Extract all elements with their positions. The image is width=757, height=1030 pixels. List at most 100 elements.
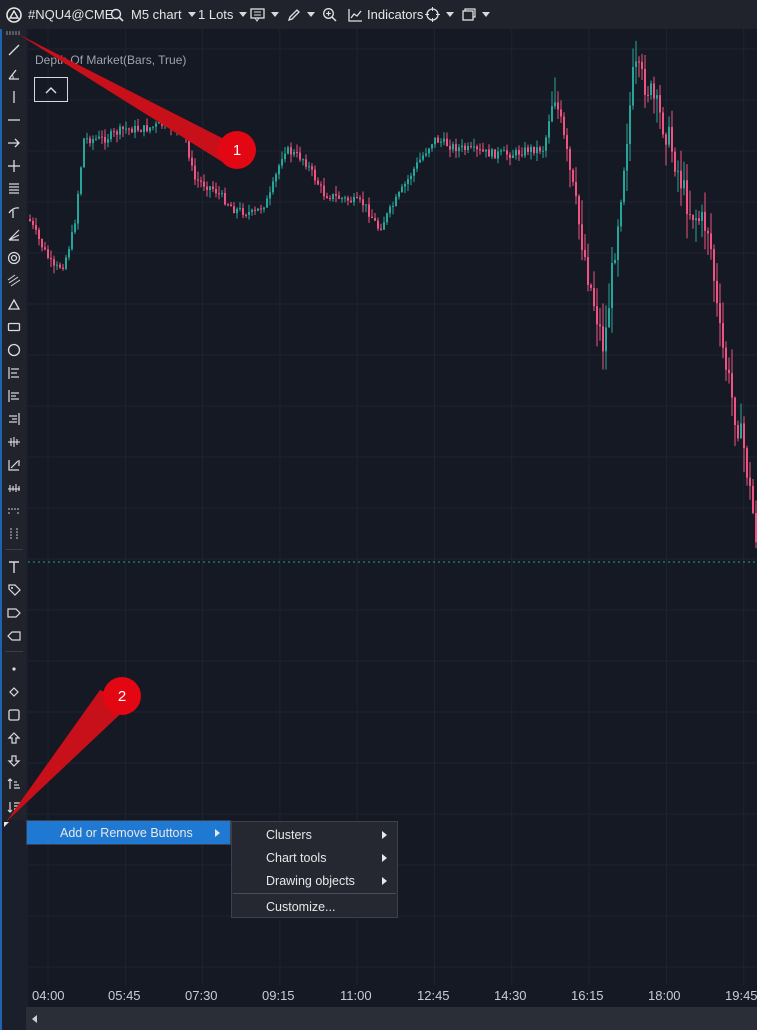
curve-icon[interactable] — [6, 204, 22, 220]
triangle-icon[interactable] — [6, 296, 22, 312]
price-range-icon[interactable] — [6, 526, 22, 542]
app-logo-icon[interactable] — [6, 0, 22, 29]
rectangle-icon[interactable] — [6, 319, 22, 335]
chevron-down-icon — [271, 12, 279, 17]
candle-body — [389, 206, 391, 214]
scroll-left-icon[interactable] — [32, 1015, 38, 1023]
submenu-item-customize[interactable]: Customize... — [232, 895, 397, 918]
timeframe-dropdown[interactable]: M5 chart — [131, 0, 196, 29]
candle-body — [392, 205, 394, 207]
crosshair-dropdown[interactable] — [425, 0, 454, 29]
fan-icon[interactable] — [6, 227, 22, 243]
elliott-wave-icon[interactable] — [6, 480, 22, 496]
candle-body — [587, 257, 589, 285]
window-dropdown[interactable] — [462, 0, 490, 29]
candle-body — [146, 125, 148, 132]
candle-body — [653, 83, 655, 99]
horizontal-line-icon[interactable] — [6, 112, 22, 128]
chat-icon — [250, 7, 265, 22]
candle-body — [263, 207, 265, 210]
price-label-icon[interactable] — [6, 605, 22, 621]
chevron-right-icon — [215, 828, 220, 837]
candle-body — [473, 146, 475, 148]
toolbar-options-icon[interactable] — [4, 822, 9, 827]
crosshair-icon — [425, 7, 440, 22]
candle-body — [659, 95, 661, 113]
chat-dropdown[interactable] — [250, 0, 279, 29]
callout-icon[interactable] — [6, 628, 22, 644]
parallel-lines-icon[interactable] — [6, 181, 22, 197]
submenu-item-clusters[interactable]: Clusters — [232, 823, 397, 846]
candle-body — [293, 151, 295, 155]
lots-dropdown[interactable]: 1 Lots — [198, 0, 248, 29]
indicators-button[interactable]: Indicators — [348, 0, 423, 29]
chevron-down-icon — [187, 12, 196, 17]
submenu-item-chart-tools[interactable]: Chart tools — [232, 846, 397, 869]
arrow-down-icon[interactable] — [6, 753, 22, 769]
sort-ascending-icon[interactable] — [6, 776, 22, 792]
candle-body — [740, 423, 742, 439]
time-axis-label: 16:15 — [571, 988, 604, 1003]
candle-body — [38, 229, 40, 240]
candle-body — [167, 120, 169, 122]
drag-handle-icon[interactable] — [5, 31, 23, 35]
candle-body — [425, 153, 427, 156]
add-remove-buttons-item[interactable]: Add or Remove Buttons — [27, 821, 230, 844]
vertical-line-icon[interactable] — [6, 89, 22, 105]
candle-body — [62, 267, 64, 269]
candle-body — [743, 423, 745, 449]
candle-body — [353, 197, 355, 203]
candle-body — [356, 197, 358, 199]
spiral-icon[interactable] — [6, 250, 22, 266]
fib-extension-icon[interactable] — [6, 388, 22, 404]
candle-body — [365, 204, 367, 206]
zoom-icon[interactable] — [322, 0, 337, 29]
submenu-item-drawing-objects[interactable]: Drawing objects — [232, 869, 397, 892]
text-icon[interactable] — [6, 559, 22, 575]
candle-body — [614, 259, 616, 264]
candle-body — [524, 147, 526, 156]
candle-body — [83, 138, 85, 168]
candle-body — [440, 141, 442, 143]
square-icon[interactable] — [6, 707, 22, 723]
candle-body — [242, 208, 244, 215]
candle-body — [305, 159, 307, 167]
menu-item-label: Add or Remove Buttons — [60, 825, 193, 840]
diamond-icon[interactable] — [6, 684, 22, 700]
sort-descending-icon[interactable] — [6, 799, 22, 815]
fib-retracement-icon[interactable] — [6, 365, 22, 381]
pitchfork-icon[interactable] — [6, 434, 22, 450]
dot-icon[interactable] — [6, 661, 22, 677]
arrow-icon[interactable] — [6, 135, 22, 151]
drawing-dropdown[interactable] — [287, 0, 315, 29]
range-icon[interactable] — [6, 503, 22, 519]
candle-body — [737, 425, 739, 439]
time-axis-label: 07:30 — [185, 988, 218, 1003]
candle-body — [725, 347, 727, 370]
ellipse-icon[interactable] — [6, 342, 22, 358]
symbol-selector[interactable]: #NQU4@CME — [28, 0, 113, 29]
candle-body — [164, 120, 166, 126]
time-axis-label: 14:30 — [494, 988, 527, 1003]
trend-line-icon[interactable] — [6, 42, 22, 58]
candle-body — [539, 147, 541, 152]
angle-line-icon[interactable] — [6, 66, 22, 82]
candle-body — [80, 167, 82, 194]
candle-body — [185, 126, 187, 139]
chevron-down-icon — [239, 12, 248, 17]
horizontal-scrollbar[interactable] — [26, 1007, 757, 1030]
gann-icon[interactable] — [6, 457, 22, 473]
candle-body — [53, 259, 55, 266]
candle-body — [317, 180, 319, 185]
tag-icon[interactable] — [6, 582, 22, 598]
candle-body — [674, 151, 676, 172]
cross-line-icon[interactable] — [6, 158, 22, 174]
candle-body — [467, 146, 469, 151]
channel-icon[interactable] — [6, 273, 22, 289]
candle-body — [149, 127, 151, 132]
arrow-up-icon[interactable] — [6, 730, 22, 746]
collapse-indicator-button[interactable] — [34, 77, 68, 102]
candle-body — [428, 148, 430, 154]
fib-timezone-icon[interactable] — [6, 411, 22, 427]
search-icon[interactable] — [110, 0, 124, 29]
